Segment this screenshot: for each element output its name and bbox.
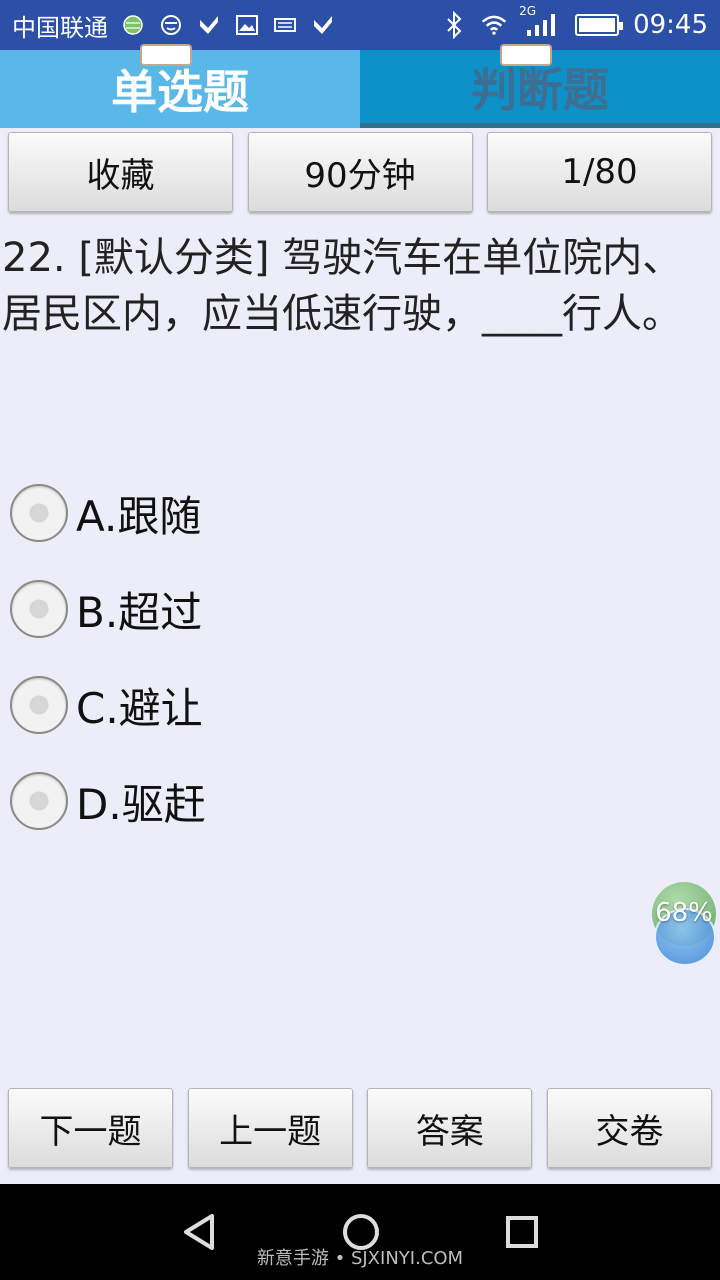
book-icon xyxy=(500,44,552,66)
option-label: C.避让 xyxy=(76,683,203,733)
favorite-button[interactable]: 收藏 xyxy=(8,132,233,212)
memory-percent: 68% xyxy=(655,898,713,928)
option-b[interactable]: B.超过 xyxy=(10,561,710,657)
keyboard-icon xyxy=(272,12,298,38)
option-label: A.跟随 xyxy=(76,491,202,541)
signal-icon: 2G xyxy=(519,4,561,38)
option-a[interactable]: A.跟随 xyxy=(10,465,710,561)
image-icon xyxy=(234,12,260,38)
submit-button[interactable]: 交卷 xyxy=(546,1088,712,1168)
face-icon xyxy=(158,12,184,38)
option-label: D.驱赶 xyxy=(76,779,206,829)
next-question-button[interactable]: 下一题 xyxy=(8,1088,173,1168)
floating-ball[interactable]: 68% xyxy=(650,880,716,966)
answer-button[interactable]: 答案 xyxy=(367,1088,533,1168)
notification-icon-2 xyxy=(310,12,336,38)
notification-icon xyxy=(196,12,222,38)
timer-button[interactable]: 90分钟 xyxy=(247,132,473,212)
question-text: 22. [默认分类] 驾驶汽车在单位院内、居民区内，应当低速行驶，____行人。 xyxy=(2,235,683,337)
prev-question-button[interactable]: 上一题 xyxy=(187,1088,353,1168)
tab-true-false[interactable]: 判断题 xyxy=(360,44,720,128)
book-icon xyxy=(140,44,192,66)
options-list: A.跟随 B.超过 C.避让 D.驱赶 xyxy=(10,465,710,849)
watermark: 新意手游 • SJXINYI.COM xyxy=(256,1248,464,1269)
option-c[interactable]: C.避让 xyxy=(10,657,710,753)
radio-button-c[interactable] xyxy=(10,676,68,734)
network-type-label: 2G xyxy=(519,4,536,18)
status-bar: 中国联通 2G 09:45 xyxy=(0,0,720,50)
radio-button-d[interactable] xyxy=(10,772,68,830)
battery-icon xyxy=(575,14,624,36)
radio-button-b[interactable] xyxy=(10,580,68,638)
option-d[interactable]: D.驱赶 xyxy=(10,753,710,849)
tab-single-choice[interactable]: 单选题 xyxy=(0,44,360,128)
top-toolbar: 收藏 90分钟 1/80 xyxy=(8,132,712,212)
tab-bar: 单选题 判断题 xyxy=(0,44,720,128)
globe-icon xyxy=(120,12,146,38)
clock: 09:45 xyxy=(633,10,708,40)
option-label: B.超过 xyxy=(76,587,203,637)
radio-button-a[interactable] xyxy=(10,484,68,542)
wifi-icon xyxy=(481,12,507,38)
bluetooth-icon xyxy=(441,11,467,39)
progress-button[interactable]: 1/80 xyxy=(487,132,712,212)
carrier-label: 中国联通 xyxy=(12,13,108,42)
bottom-toolbar: 下一题 上一题 答案 交卷 xyxy=(8,1088,712,1168)
